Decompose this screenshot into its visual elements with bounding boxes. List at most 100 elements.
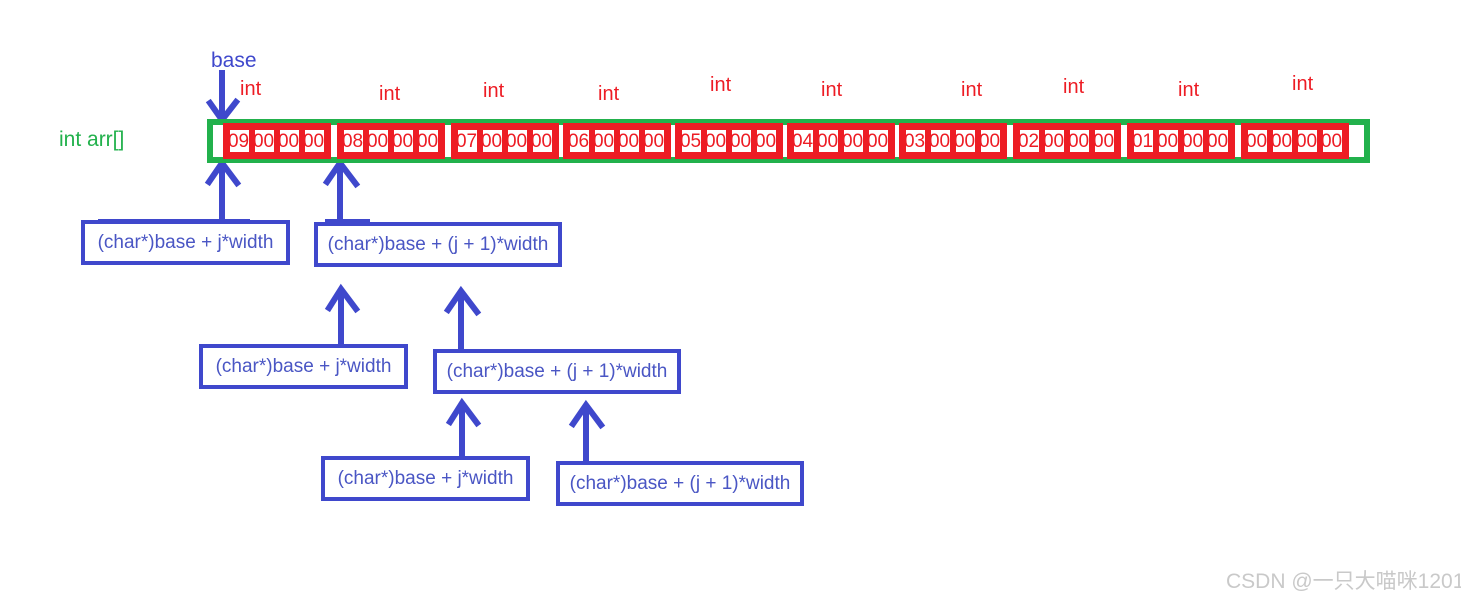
note-box-row3-right: (char*)base + (j + 1)*width	[556, 461, 804, 506]
byte-value: 00	[707, 130, 726, 152]
byte-value: 00	[595, 130, 614, 152]
byte-value: 00	[645, 130, 664, 152]
base-pointer-arrow	[205, 70, 241, 126]
byte-cell: 00	[533, 130, 552, 152]
int-element-7: 02 00 00 00	[1013, 123, 1121, 159]
byte-value: 00	[1323, 130, 1342, 152]
byte-value: 00	[819, 130, 838, 152]
byte-cell: 00	[931, 130, 950, 152]
csdn-watermark: CSDN @一只大喵咪1201	[1226, 570, 1461, 593]
byte-cell: 00	[844, 130, 863, 152]
byte-value: 00	[956, 130, 975, 152]
int-element-5: 04 00 00 00	[787, 123, 895, 159]
byte-value: 00	[419, 130, 438, 152]
int-element-1: 08 00 00 00	[337, 123, 445, 159]
note-box-row1-right: (char*)base + (j + 1)*width	[314, 222, 562, 267]
arrow-row2-left	[324, 283, 361, 345]
int-type-label-9: int	[1292, 73, 1314, 95]
byte-value: 00	[533, 130, 552, 152]
byte-cell: 00	[819, 130, 838, 152]
byte-cell: 04	[794, 130, 813, 152]
byte-cell: 00	[1248, 130, 1267, 152]
byte-cell: 00	[508, 130, 527, 152]
byte-cell: 00	[645, 130, 664, 152]
byte-cell: 00	[1273, 130, 1292, 152]
byte-value: 00	[305, 130, 324, 152]
byte-value: 00	[369, 130, 388, 152]
int-type-label-5: int	[821, 79, 843, 101]
int-element-0: 09 00 00 00	[223, 123, 331, 159]
int-type-label-0: int	[240, 78, 262, 100]
byte-cell: 00	[956, 130, 975, 152]
byte-value: 08	[344, 130, 363, 152]
byte-value: 09	[230, 130, 249, 152]
byte-value: 00	[844, 130, 863, 152]
byte-value: 05	[682, 130, 701, 152]
byte-value: 00	[1184, 130, 1203, 152]
byte-cell: 00	[732, 130, 751, 152]
note-box-row2-right: (char*)base + (j + 1)*width	[433, 349, 681, 394]
base-label: base	[211, 49, 257, 72]
byte-value: 00	[394, 130, 413, 152]
byte-value: 00	[1298, 130, 1317, 152]
byte-value: 01	[1134, 130, 1153, 152]
byte-value: 03	[906, 130, 925, 152]
int-type-label-7: int	[1063, 76, 1085, 98]
byte-cell: 03	[906, 130, 925, 152]
byte-value: 00	[1273, 130, 1292, 152]
int-type-label-3: int	[598, 83, 620, 105]
byte-value: 00	[483, 130, 502, 152]
byte-cell: 00	[595, 130, 614, 152]
byte-value: 00	[757, 130, 776, 152]
byte-cell: 00	[707, 130, 726, 152]
byte-cell: 06	[570, 130, 589, 152]
note-box-row2-left: (char*)base + j*width	[199, 344, 408, 389]
byte-value: 00	[280, 130, 299, 152]
int-element-4: 05 00 00 00	[675, 123, 783, 159]
byte-cell: 00	[981, 130, 1000, 152]
byte-cell: 00	[369, 130, 388, 152]
byte-cell: 00	[255, 130, 274, 152]
byte-value: 00	[1095, 130, 1114, 152]
note-box-row3-left: (char*)base + j*width	[321, 456, 530, 501]
byte-cell: 00	[1209, 130, 1228, 152]
int-element-8: 01 00 00 00	[1127, 123, 1235, 159]
byte-cell: 01	[1134, 130, 1153, 152]
byte-cell: 00	[1184, 130, 1203, 152]
byte-cell: 00	[419, 130, 438, 152]
int-type-label-8: int	[1178, 79, 1200, 101]
byte-cell: 05	[682, 130, 701, 152]
byte-cell: 00	[620, 130, 639, 152]
byte-value: 07	[458, 130, 477, 152]
array-declaration-label: int arr[]	[59, 128, 125, 151]
byte-cell: 00	[483, 130, 502, 152]
arrow-row1-right	[322, 157, 370, 225]
int-type-label-2: int	[483, 80, 505, 102]
arrow-row3-right	[568, 399, 606, 462]
byte-cell: 09	[230, 130, 249, 152]
byte-cell: 00	[869, 130, 888, 152]
byte-cell: 02	[1020, 130, 1039, 152]
int-element-9: 00 00 00 00	[1241, 123, 1349, 159]
byte-cell: 00	[394, 130, 413, 152]
byte-value: 04	[794, 130, 813, 152]
byte-value: 00	[869, 130, 888, 152]
arrow-row3-left	[445, 397, 482, 460]
arrow-row2-right	[443, 285, 482, 350]
arrow-row1-left	[98, 157, 250, 225]
byte-cell: 00	[1323, 130, 1342, 152]
byte-cell: 00	[280, 130, 299, 152]
byte-value: 00	[981, 130, 1000, 152]
byte-cell: 00	[1070, 130, 1089, 152]
byte-cell: 08	[344, 130, 363, 152]
byte-value: 00	[931, 130, 950, 152]
byte-value: 00	[1209, 130, 1228, 152]
byte-value: 00	[732, 130, 751, 152]
byte-value: 06	[570, 130, 589, 152]
int-element-2: 07 00 00 00	[451, 123, 559, 159]
byte-cell: 00	[757, 130, 776, 152]
int-type-label-4: int	[710, 74, 732, 96]
byte-cell: 07	[458, 130, 477, 152]
byte-cell: 00	[305, 130, 324, 152]
byte-value: 00	[255, 130, 274, 152]
